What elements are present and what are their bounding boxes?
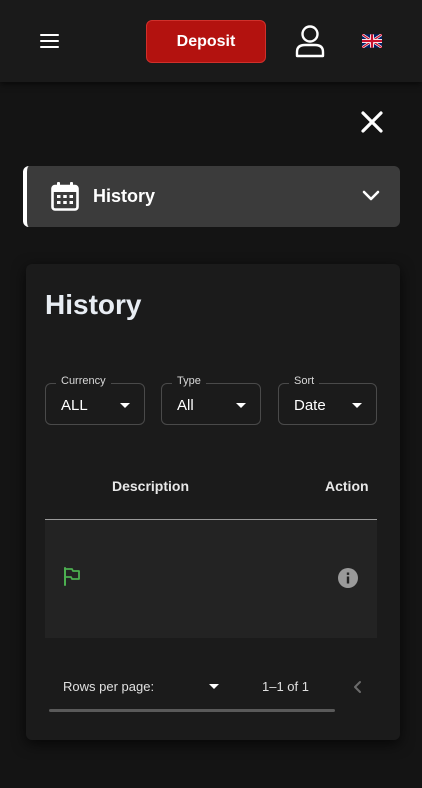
table-row — [45, 519, 377, 638]
page-info: 1–1 of 1 — [262, 679, 309, 694]
sort-label: Sort — [289, 375, 320, 387]
deposit-button[interactable]: Deposit — [146, 20, 266, 63]
rows-per-page-label: Rows per page: — [63, 679, 155, 694]
sort-value: Date — [294, 397, 326, 414]
flag-icon — [64, 567, 80, 586]
currency-value: ALL — [61, 397, 88, 414]
uk-flag-icon[interactable] — [362, 34, 382, 48]
panel-title: History — [45, 289, 142, 320]
close-icon[interactable] — [360, 110, 384, 134]
history-section-toggle[interactable]: History — [23, 166, 400, 227]
top-bar: Deposit — [0, 0, 422, 82]
chevron-left-icon[interactable] — [351, 679, 365, 695]
chevron-down-icon — [362, 190, 380, 201]
caret-down-icon — [236, 403, 246, 408]
history-panel: History Currency ALL Type All Sort Date … — [26, 264, 400, 740]
user-icon[interactable] — [294, 24, 326, 58]
currency-label: Currency — [56, 375, 111, 387]
type-value: All — [177, 397, 194, 414]
menu-icon[interactable] — [40, 34, 59, 48]
rows-per-page-select[interactable] — [206, 678, 226, 694]
sort-select[interactable]: Sort Date — [278, 375, 377, 425]
horizontal-scrollbar[interactable] — [49, 709, 335, 712]
section-title: History — [93, 186, 156, 206]
currency-select[interactable]: Currency ALL — [45, 375, 145, 425]
column-header-description: Description — [112, 478, 190, 494]
caret-down-icon — [352, 403, 362, 408]
type-label: Type — [172, 375, 206, 387]
type-select[interactable]: Type All — [161, 375, 261, 425]
calendar-icon — [51, 182, 79, 211]
column-header-action: Action — [325, 478, 369, 494]
caret-down-icon — [120, 403, 130, 408]
caret-down-icon — [209, 684, 219, 689]
info-icon[interactable] — [338, 568, 358, 588]
